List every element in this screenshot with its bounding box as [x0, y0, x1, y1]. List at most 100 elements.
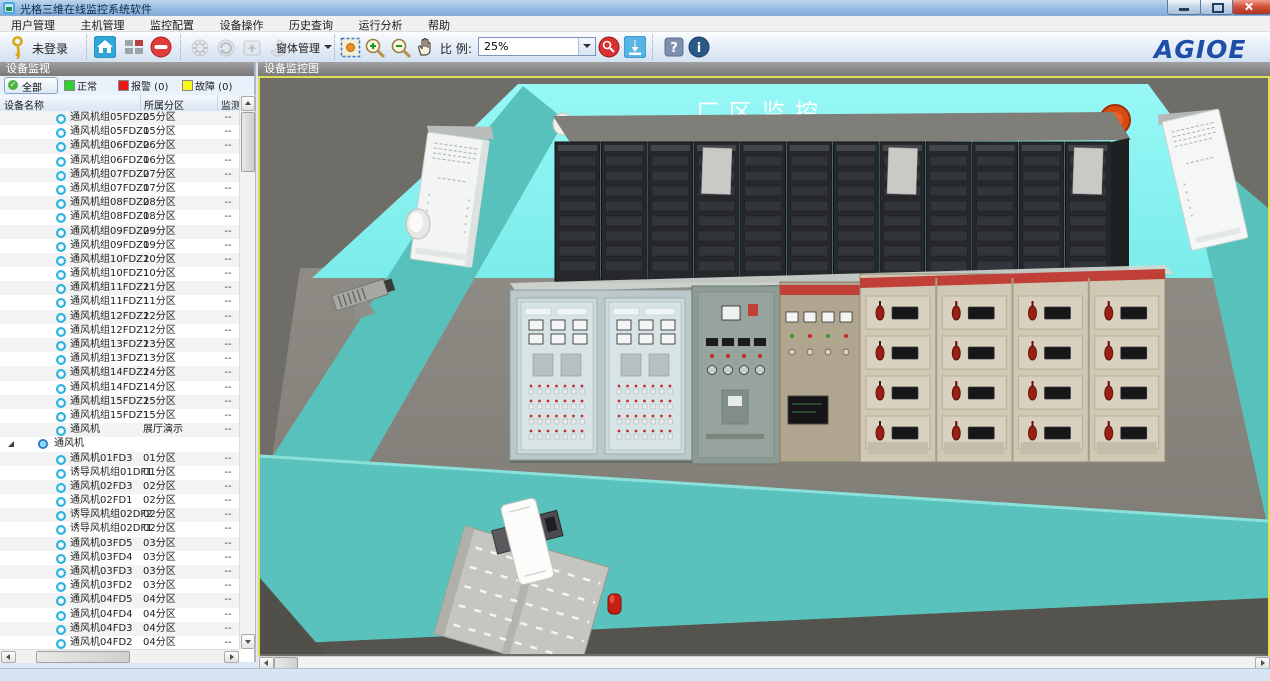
- mcc-drawer[interactable]: [866, 336, 930, 369]
- vscroll-thumb[interactable]: [241, 112, 255, 172]
- server-rack[interactable]: [1065, 142, 1110, 282]
- device-row[interactable]: 通风机03FD403分区--: [0, 551, 239, 565]
- device-row[interactable]: 通风机组06FDZ206分区--: [0, 139, 239, 153]
- device-row[interactable]: 通风机01FD301分区--: [0, 452, 239, 466]
- server-rack[interactable]: [1019, 142, 1064, 282]
- expand-icon[interactable]: [8, 441, 14, 447]
- help-button[interactable]: ?: [664, 37, 684, 57]
- power-cabinet-white[interactable]: [510, 290, 692, 463]
- login-status-label[interactable]: 未登录: [32, 40, 68, 57]
- column-monitor[interactable]: 监测: [221, 97, 239, 112]
- home-button[interactable]: [94, 36, 116, 58]
- device-row[interactable]: 通风机组14FDZ214分区--: [0, 366, 239, 380]
- device-row[interactable]: 通风机03FD503分区--: [0, 537, 239, 551]
- device-row[interactable]: 通风机组10FDZ110分区--: [0, 267, 239, 281]
- device-row[interactable]: 通风机组15FDZ215分区--: [0, 395, 239, 409]
- mcc-drawer[interactable]: [866, 296, 930, 329]
- minimize-button[interactable]: [1167, 0, 1201, 15]
- 3d-viewport[interactable]: 厂区监控: [258, 76, 1270, 658]
- column-device-name[interactable]: 设备名称: [4, 97, 44, 112]
- device-row[interactable]: 通风机组11FDZ211分区--: [0, 281, 239, 295]
- pan-hand-button[interactable]: [414, 36, 436, 58]
- filter-alarm-label[interactable]: 报警 (0): [131, 78, 168, 93]
- mcc-drawer[interactable]: [1095, 336, 1159, 369]
- device-row[interactable]: 通风机组15FDZ115分区--: [0, 409, 239, 423]
- scale-select[interactable]: 25%: [478, 37, 596, 56]
- device-list-hscrollbar[interactable]: [0, 649, 239, 663]
- close-button[interactable]: [1232, 0, 1270, 15]
- server-rack[interactable]: [833, 142, 878, 282]
- info-button[interactable]: i: [688, 36, 710, 58]
- mcc-drawer[interactable]: [942, 296, 1006, 329]
- device-row[interactable]: 通风机组10FDZ210分区--: [0, 253, 239, 267]
- mcc-drawer[interactable]: [1095, 376, 1159, 409]
- server-rack[interactable]: [601, 142, 646, 282]
- zoom-in-button[interactable]: [364, 37, 386, 59]
- hscroll-thumb[interactable]: [36, 651, 130, 663]
- mcc-drawer[interactable]: [942, 336, 1006, 369]
- maximize-button[interactable]: [1200, 0, 1233, 15]
- layout-reset-button[interactable]: [124, 38, 144, 56]
- device-row[interactable]: 通风机组13FDZ213分区--: [0, 338, 239, 352]
- device-row[interactable]: 诱导风机组02DF202分区--: [0, 508, 239, 522]
- locate-button[interactable]: [598, 36, 620, 58]
- device-row[interactable]: 诱导风机组01DF101分区--: [0, 466, 239, 480]
- emergency-button[interactable]: [608, 594, 621, 614]
- device-row[interactable]: 通风机04FD304分区--: [0, 622, 239, 636]
- stop-button[interactable]: [150, 36, 172, 58]
- server-rack[interactable]: [787, 142, 832, 282]
- device-row[interactable]: 通风机组08FDZ208分区--: [0, 196, 239, 210]
- device-row[interactable]: 通风机04FD204分区--: [0, 636, 239, 649]
- mcc-drawer[interactable]: [1019, 336, 1083, 369]
- mcc-drawer[interactable]: [942, 376, 1006, 409]
- device-row[interactable]: 通风机02FD102分区--: [0, 494, 239, 508]
- scroll-left-button[interactable]: [1, 651, 16, 663]
- device-row[interactable]: 通风机组05FDZ205分区--: [0, 111, 239, 125]
- scroll-up-button[interactable]: [241, 96, 255, 111]
- filter-fault-label[interactable]: 故障 (0): [195, 78, 232, 93]
- device-row[interactable]: 通风机展厅演示--: [0, 423, 239, 437]
- server-rack-row[interactable]: [553, 112, 1131, 282]
- server-rack[interactable]: [880, 142, 925, 282]
- device-row[interactable]: 通风机04FD504分区--: [0, 593, 239, 607]
- device-list-vscrollbar[interactable]: [239, 95, 255, 649]
- scroll-down-button[interactable]: [241, 634, 255, 649]
- device-row[interactable]: 通风机组13FDZ113分区--: [0, 352, 239, 366]
- server-rack[interactable]: [694, 142, 739, 282]
- device-row[interactable]: 通风机组12FDZ212分区--: [0, 310, 239, 324]
- save-view-button[interactable]: [624, 36, 646, 58]
- control-cabinet-gray[interactable]: [692, 286, 780, 464]
- mcc-drawer[interactable]: [1019, 296, 1083, 329]
- server-rack[interactable]: [973, 142, 1018, 282]
- scroll-right-button[interactable]: [224, 651, 239, 663]
- device-row[interactable]: 通风机组11FDZ111分区--: [0, 295, 239, 309]
- device-row[interactable]: 诱导风机组02DF102分区--: [0, 522, 239, 536]
- device-row[interactable]: 通风机03FD303分区--: [0, 565, 239, 579]
- device-group-row[interactable]: 通风机: [0, 437, 239, 451]
- device-row[interactable]: 通风机组07FDZ207分区--: [0, 168, 239, 182]
- device-row[interactable]: 通风机组14FDZ114分区--: [0, 381, 239, 395]
- combo-arrow[interactable]: [578, 38, 595, 55]
- mcc-cabinet-block[interactable]: [860, 269, 1165, 462]
- device-row[interactable]: 通风机组08FDZ108分区--: [0, 210, 239, 224]
- device-row[interactable]: 通风机组05FDZ105分区--: [0, 125, 239, 139]
- control-cabinet-beige[interactable]: [780, 282, 860, 462]
- device-row[interactable]: 通风机03FD203分区--: [0, 579, 239, 593]
- device-row[interactable]: 通风机组12FDZ112分区--: [0, 324, 239, 338]
- 3d-scene[interactable]: 厂区监控: [260, 78, 1268, 654]
- server-rack[interactable]: [555, 142, 600, 282]
- filter-normal-label[interactable]: 正常: [77, 78, 97, 93]
- device-row[interactable]: 通风机组09FDZ209分区--: [0, 225, 239, 239]
- select-region-button[interactable]: [340, 37, 361, 58]
- server-rack[interactable]: [926, 142, 971, 282]
- window-manage-dropdown[interactable]: 窗体管理: [276, 40, 320, 56]
- device-row[interactable]: 通风机组09FDZ109分区--: [0, 239, 239, 253]
- filter-all-button[interactable]: ✓ 全部: [4, 77, 58, 94]
- server-rack[interactable]: [648, 142, 693, 282]
- server-rack[interactable]: [741, 142, 786, 282]
- mcc-drawer[interactable]: [1019, 376, 1083, 409]
- device-row[interactable]: 通风机组06FDZ106分区--: [0, 154, 239, 168]
- control-cabinet-row[interactable]: [510, 265, 1174, 464]
- column-zone[interactable]: 所属分区: [144, 97, 184, 112]
- device-row[interactable]: 通风机02FD302分区--: [0, 480, 239, 494]
